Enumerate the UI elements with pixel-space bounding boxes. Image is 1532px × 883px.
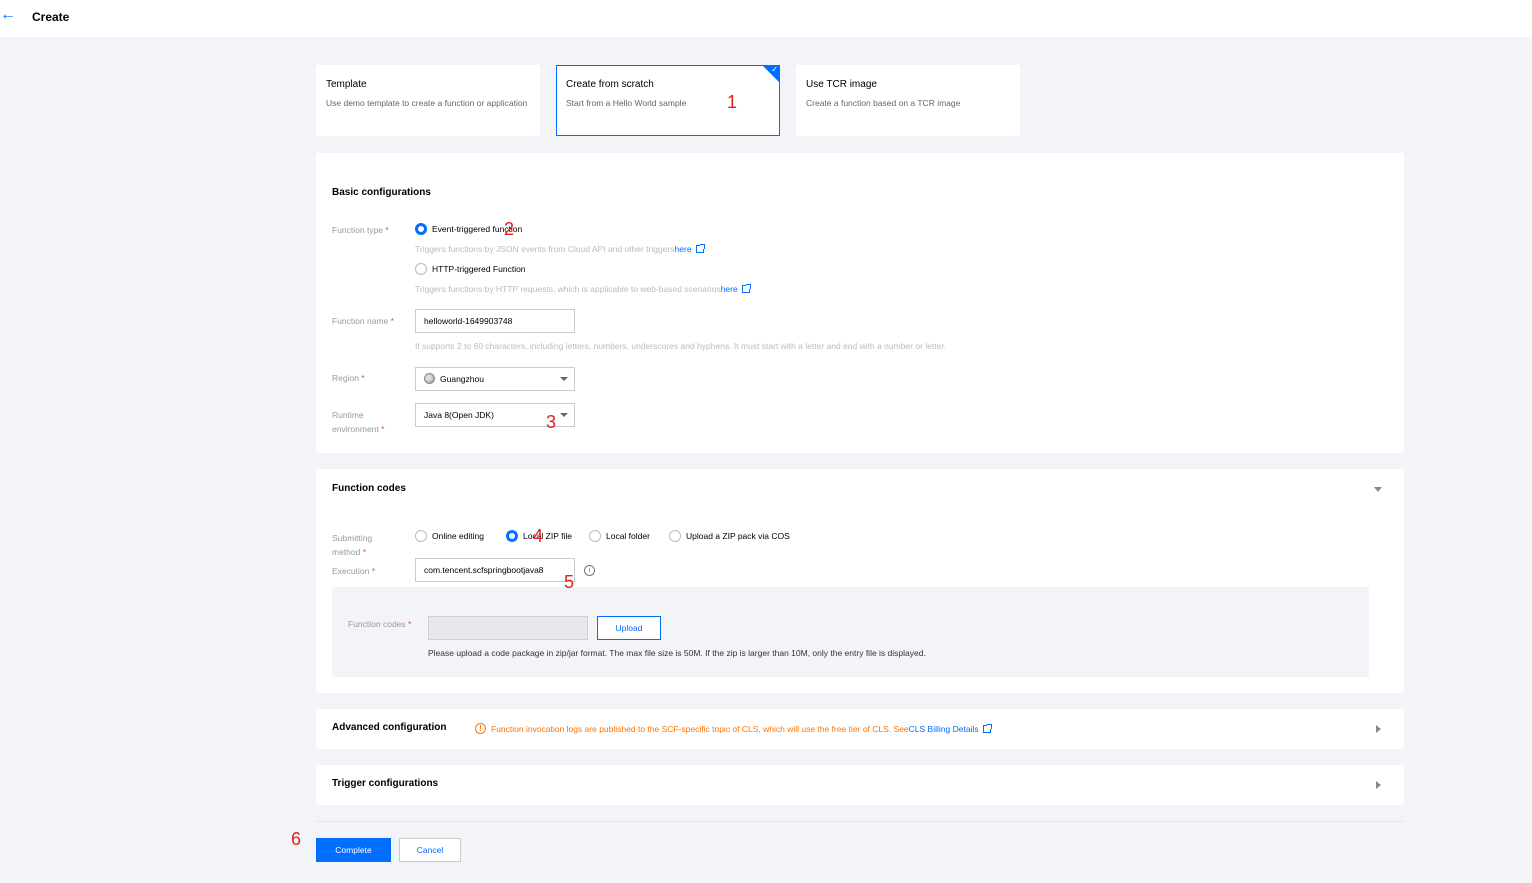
here-link[interactable]: here bbox=[675, 244, 692, 254]
section-title: Advanced configuration bbox=[332, 722, 447, 733]
radio-label: Upload a ZIP pack via COS bbox=[686, 531, 790, 541]
upload-note: Please upload a code package in zip/jar … bbox=[428, 648, 926, 658]
mode-card-title: Create from scratch bbox=[566, 79, 654, 90]
cancel-button[interactable]: Cancel bbox=[399, 838, 461, 862]
radio-http-triggered[interactable]: HTTP-triggered Function bbox=[415, 263, 526, 275]
submitting-method-label: Submitting method * bbox=[332, 533, 373, 557]
radio-local-folder[interactable]: Local folder bbox=[589, 530, 650, 542]
mode-card-desc: Start from a Hello World sample bbox=[566, 98, 687, 108]
upload-button[interactable]: Upload bbox=[597, 616, 661, 640]
function-name-input[interactable]: helloworld-1649903748 bbox=[415, 309, 575, 333]
mode-card-desc: Use demo template to create a function o… bbox=[326, 98, 528, 108]
annotation-6: 6 bbox=[291, 829, 302, 849]
radio-unselected-icon bbox=[415, 263, 427, 275]
chevron-down-icon bbox=[560, 377, 568, 381]
chevron-down-icon bbox=[560, 413, 568, 417]
cls-billing-link[interactable]: CLS Billing Details bbox=[909, 724, 979, 734]
collapse-icon[interactable] bbox=[1374, 487, 1382, 492]
trigger-configurations-panel[interactable]: Trigger configurations bbox=[316, 765, 1404, 805]
annotation-1: 1 bbox=[727, 92, 738, 112]
runtime-label: Runtime environment * bbox=[332, 410, 385, 434]
annotation-3: 3 bbox=[546, 412, 557, 432]
mode-card-desc: Create a function based on a TCR image bbox=[806, 98, 961, 108]
radio-upload-zip-cos[interactable]: Upload a ZIP pack via COS bbox=[669, 530, 790, 542]
region-label: Region * bbox=[332, 373, 365, 383]
top-bar: ← Create bbox=[0, 0, 1532, 37]
execution-input[interactable]: com.tencent.scfspringbootjava8 bbox=[415, 558, 575, 582]
advanced-configuration-panel[interactable]: Advanced configuration ! Function invoca… bbox=[316, 709, 1404, 749]
upload-area: Function codes * Upload Please upload a … bbox=[332, 587, 1369, 677]
basic-configurations-panel: Basic configurations Function type * Eve… bbox=[316, 153, 1404, 453]
function-codes-label: Function codes * bbox=[348, 619, 412, 629]
globe-icon bbox=[424, 373, 435, 384]
mode-card-title: Use TCR image bbox=[806, 79, 877, 90]
radio-label: Local folder bbox=[606, 531, 650, 541]
radio-label: HTTP-triggered Function bbox=[432, 264, 526, 274]
annotation-4: 4 bbox=[533, 526, 544, 546]
radio-online-editing[interactable]: Online editing bbox=[415, 530, 484, 542]
http-hint: Triggers functions by HTTP requests, whi… bbox=[415, 284, 751, 294]
region-select[interactable]: Guangzhou bbox=[415, 367, 575, 391]
function-codes-panel: Function codes Submitting method * Online… bbox=[316, 469, 1404, 693]
info-icon[interactable]: i bbox=[584, 565, 595, 576]
mode-card-tcr-image[interactable]: Use TCR image Create a function based on… bbox=[796, 65, 1020, 136]
annotation-2: 2 bbox=[504, 219, 515, 239]
function-type-label: Function type * bbox=[332, 225, 389, 235]
radio-unselected-icon bbox=[415, 530, 427, 542]
radio-unselected-icon bbox=[669, 530, 681, 542]
expand-icon[interactable] bbox=[1376, 725, 1381, 733]
here-link[interactable]: here bbox=[721, 284, 738, 294]
execution-label: Execution * bbox=[332, 566, 376, 576]
radio-unselected-icon bbox=[589, 530, 601, 542]
external-link-icon[interactable] bbox=[741, 284, 751, 293]
warning-icon: ! bbox=[475, 723, 486, 734]
mode-card-create-from-scratch[interactable]: ✓ Create from scratch Start from a Hello… bbox=[556, 65, 780, 136]
section-title: Trigger configurations bbox=[332, 778, 439, 789]
check-icon: ✓ bbox=[771, 65, 778, 74]
complete-button[interactable]: Complete bbox=[316, 838, 391, 862]
external-link-icon[interactable] bbox=[982, 723, 992, 733]
section-title: Function codes bbox=[332, 483, 406, 494]
function-name-label: Function name * bbox=[332, 316, 394, 326]
function-name-hint: It supports 2 to 60 characters, includin… bbox=[415, 341, 947, 351]
radio-selected-icon bbox=[506, 530, 518, 542]
section-title: Basic configurations bbox=[332, 187, 431, 198]
external-link-icon[interactable] bbox=[695, 244, 705, 253]
annotation-5: 5 bbox=[564, 572, 575, 592]
event-hint: Triggers functions by JSON events from C… bbox=[415, 244, 705, 254]
footer-divider bbox=[316, 821, 1404, 822]
mode-card-title: Template bbox=[326, 79, 367, 90]
page-title: Create bbox=[32, 10, 70, 24]
expand-icon[interactable] bbox=[1376, 781, 1381, 789]
back-arrow-icon[interactable]: ← bbox=[0, 7, 16, 23]
radio-selected-icon bbox=[415, 223, 427, 235]
mode-card-template[interactable]: Template Use demo template to create a f… bbox=[316, 65, 540, 136]
radio-label: Online editing bbox=[432, 531, 484, 541]
upload-file-field[interactable] bbox=[428, 616, 588, 640]
radio-label: Local ZIP file bbox=[523, 531, 572, 541]
cls-warning: ! Function invocation logs are published… bbox=[475, 723, 992, 734]
